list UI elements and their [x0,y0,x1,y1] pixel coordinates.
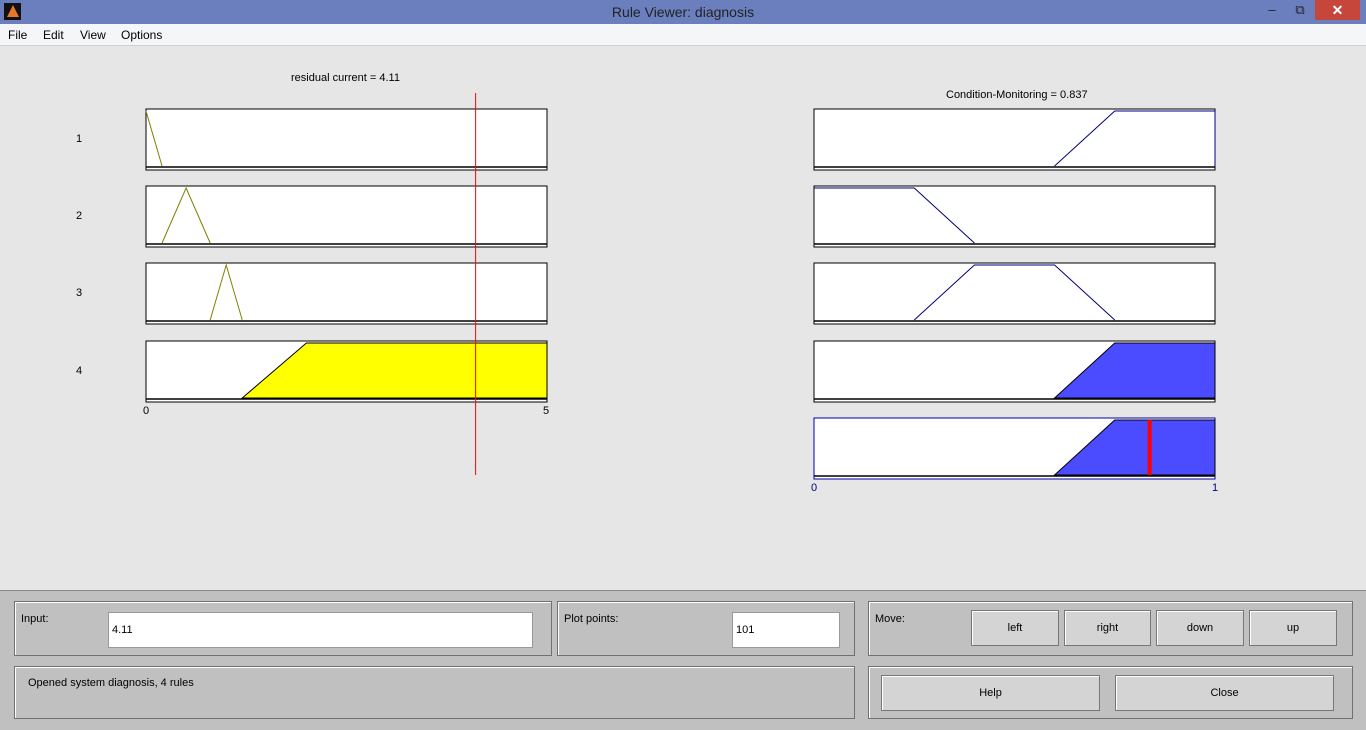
input-mf-plot-axes [145,108,548,171]
plot-points-field[interactable]: 101 [732,612,840,648]
input-mf-plot-axes [145,262,548,325]
move-down-button[interactable]: down [1156,610,1244,646]
close-button[interactable]: Close [1115,675,1334,711]
move-left-button[interactable]: left [971,610,1059,646]
output-mf-plot-axes [813,262,1216,325]
output-mf-plot-axes [813,108,1216,171]
help-close-frame: Help Close [868,666,1353,719]
output-mf-plot-axes [813,185,1216,248]
control-panel: Input: 4.11 Plot points: 101 Move: left … [0,590,1366,730]
status-frame: Opened system diagnosis, 4 rules [14,666,855,719]
move-up-button[interactable]: up [1249,610,1337,646]
rule-plots [145,93,1216,480]
help-button[interactable]: Help [881,675,1100,711]
input-mf-plot-axes [145,185,548,248]
input-frame: Input: 4.11 [14,601,552,656]
input-field[interactable]: 4.11 [108,612,533,648]
input-label: Input: [21,613,49,625]
move-right-button[interactable]: right [1064,610,1151,646]
plot-points-frame: Plot points: 101 [557,601,855,656]
plot-points-label: Plot points: [564,613,619,625]
move-label: Move: [875,613,905,625]
status-text: Opened system diagnosis, 4 rules [28,677,194,689]
move-frame: Move: left right down up [868,601,1353,656]
